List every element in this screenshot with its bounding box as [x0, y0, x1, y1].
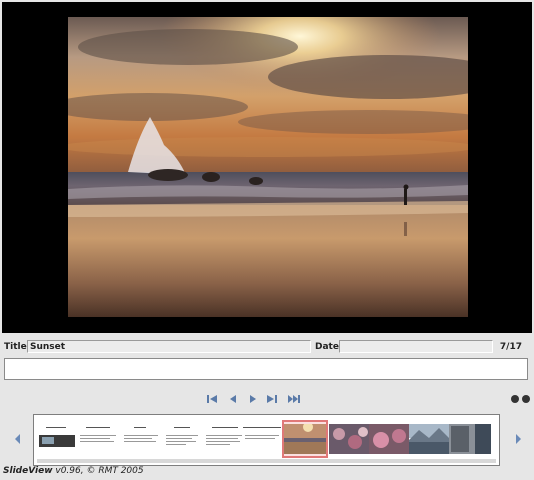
date-label: Date — [315, 342, 339, 352]
next-slide-button[interactable] — [265, 393, 279, 405]
app-name: SlideView — [3, 466, 53, 476]
filmstrip-scroll-left-button[interactable] — [13, 431, 23, 445]
sunset-photo — [68, 17, 468, 317]
filmstrip-thumbnail[interactable] — [36, 421, 78, 457]
filmstrip-scroll-right-button[interactable] — [513, 431, 523, 445]
play-button[interactable] — [246, 393, 260, 405]
filmstrip-thumbnail[interactable] — [162, 421, 204, 457]
chevron-right-icon — [516, 434, 521, 444]
slide-photo — [68, 17, 468, 317]
slide-counter: 7/17 — [499, 342, 522, 352]
indicator-dot[interactable] — [511, 395, 519, 403]
filmstrip-thumbnail[interactable] — [329, 421, 369, 457]
mountain-lake-thumbnail — [409, 424, 449, 454]
indicator-dot[interactable] — [522, 395, 530, 403]
filmstrip-thumbnail[interactable] — [241, 421, 283, 457]
version-text: v0.96, © RMT 2005 — [52, 466, 144, 476]
cliffs-thumbnail — [449, 424, 491, 454]
previous-icon — [230, 395, 236, 403]
first-icon — [207, 395, 217, 403]
first-slide-button[interactable] — [205, 393, 219, 405]
title-field[interactable]: Sunset — [27, 340, 311, 353]
filmstrip-thumbnail-selected[interactable] — [282, 420, 328, 458]
chevron-left-icon — [15, 434, 20, 444]
image-viewer — [2, 2, 532, 333]
filmstrip-thumbnail[interactable] — [409, 421, 449, 457]
previous-slide-button[interactable] — [226, 393, 240, 405]
playback-controls — [0, 391, 534, 407]
filmstrip-thumbnail[interactable] — [449, 421, 491, 457]
next-last-icon — [267, 395, 277, 403]
date-field[interactable] — [339, 340, 493, 353]
sunset-thumbnail — [284, 424, 326, 454]
last-slide-button[interactable] — [287, 393, 301, 405]
play-icon — [250, 395, 256, 403]
filmstrip — [33, 414, 500, 466]
filmstrip-thumbnail[interactable] — [120, 421, 162, 457]
filmstrip-thumbnail[interactable] — [204, 421, 246, 457]
pink-flowers-thumbnail — [369, 424, 409, 454]
filmstrip-thumbnail[interactable] — [78, 421, 120, 457]
metadata-row: Title Sunset Date 7/17 — [0, 337, 534, 357]
filmstrip-scrollbar[interactable] — [37, 459, 496, 463]
last-icon — [288, 395, 300, 403]
filmstrip-thumbnail[interactable] — [369, 421, 409, 457]
app-credit: SlideView v0.96, © RMT 2005 — [3, 466, 144, 476]
description-field[interactable] — [4, 358, 528, 380]
title-label: Title — [4, 342, 27, 352]
flowers-thumbnail — [329, 424, 369, 454]
